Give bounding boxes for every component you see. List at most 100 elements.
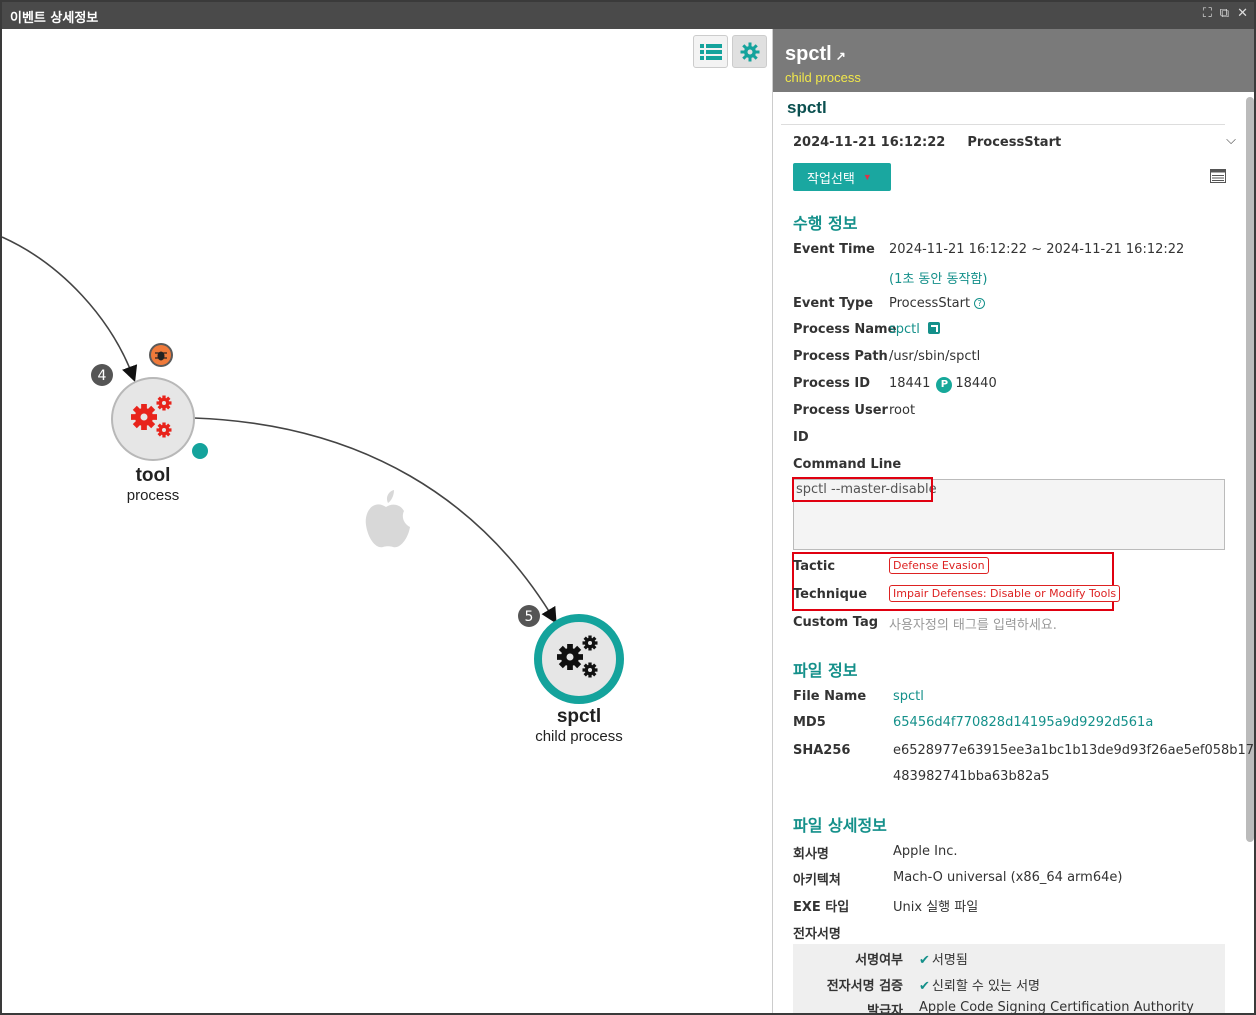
file-detail-title: 파일 상세정보 bbox=[793, 816, 887, 835]
file-info-title: 파일 정보 bbox=[793, 661, 858, 680]
command-line-label: Command Line bbox=[793, 457, 902, 472]
check-icon: ✔ bbox=[919, 979, 930, 994]
technique-tag[interactable]: Impair Defenses: Disable or Modify Tools bbox=[889, 585, 1121, 602]
exe-type-label: EXE 타입 bbox=[793, 900, 850, 915]
event-detail-window: 이벤트 상세정보 ⛶ ⧉ ✕ 4 5 tool process spctl ch… bbox=[0, 0, 1256, 1015]
technique-label: Technique bbox=[793, 587, 868, 602]
bug-alert-icon[interactable] bbox=[149, 343, 173, 367]
tool-sequence-badge: 4 bbox=[91, 364, 113, 386]
tool-badge-text: 4 bbox=[98, 368, 107, 384]
help-icon[interactable]: ? bbox=[974, 298, 986, 309]
panel-header: spctl ↗ child process bbox=[773, 29, 1254, 92]
chevron-down-icon[interactable]: ⌵ bbox=[1226, 133, 1236, 148]
tool-node-label: tool process bbox=[103, 465, 203, 504]
signature-details: 서명여부 ✔ 서명됨 전자서명 검증 ✔ 신뢰할 수 있는 서명 발급자 Apple… bbox=[793, 944, 1225, 1015]
arch-label: 아키텍쳐 bbox=[793, 873, 841, 888]
arch-value: Mach-O universal (x86_64 arm64e) bbox=[893, 870, 1123, 885]
status-dot bbox=[192, 443, 208, 459]
event-type-row: ProcessStart? bbox=[889, 296, 986, 311]
edge-parent-to-tool bbox=[2, 236, 138, 383]
open-link-icon[interactable] bbox=[927, 322, 940, 334]
tactic-label: Tactic bbox=[793, 559, 836, 574]
duration-value: (1초 동안 동작함) bbox=[889, 272, 988, 287]
table-view-icon[interactable] bbox=[1210, 169, 1226, 183]
parent-process-badge[interactable]: P bbox=[936, 377, 953, 393]
event-summary-type: ProcessStart bbox=[967, 135, 1062, 150]
action-select-button[interactable]: 작업선택 ▼ bbox=[793, 163, 891, 191]
issuer-value: Apple Code Signing Certification Authori… bbox=[919, 1000, 1194, 1015]
tactic-row: Defense Evasion bbox=[889, 557, 989, 574]
process-path-value: /usr/sbin/spctl bbox=[889, 349, 981, 364]
apple-logo-icon bbox=[365, 490, 410, 548]
sha256-label: SHA256 bbox=[793, 743, 851, 758]
md5-value[interactable]: 65456d4f770828d14195a9d9292d561a bbox=[893, 715, 1153, 730]
tool-node-type: process bbox=[126, 487, 180, 504]
graph-canvas: 4 5 bbox=[2, 236, 624, 704]
custom-tag-label: Custom Tag bbox=[793, 615, 879, 630]
panel-process-name: spctl ↗ bbox=[785, 43, 846, 66]
process-id-label: Process ID bbox=[793, 376, 871, 391]
close-icon[interactable]: ✕ bbox=[1237, 6, 1248, 21]
process-user-label: Process User bbox=[793, 403, 888, 418]
tool-node[interactable] bbox=[111, 377, 195, 461]
company-label: 회사명 bbox=[793, 847, 829, 862]
event-summary-row[interactable]: 2024-11-21 16:12:22 ProcessStart bbox=[793, 135, 1061, 150]
signed-row: ✔ 서명됨 bbox=[919, 949, 968, 968]
spctl-node-label: spctl child process bbox=[519, 706, 639, 745]
verify-value: 신뢰할 수 있는 서명 bbox=[931, 979, 1040, 994]
process-name-label: Process Name bbox=[793, 322, 897, 337]
process-path-label: Process Path bbox=[793, 349, 888, 364]
tactic-tag[interactable]: Defense Evasion bbox=[889, 557, 989, 574]
spctl-node-type: child process bbox=[535, 728, 623, 745]
process-id-value: 18441 bbox=[889, 376, 931, 391]
spctl-badge-text: 5 bbox=[525, 609, 534, 625]
event-time-label: Event Time bbox=[793, 242, 875, 257]
panel-scrollbar[interactable] bbox=[1246, 97, 1254, 842]
panel-name-text: spctl bbox=[785, 43, 832, 65]
tool-node-name: tool bbox=[135, 465, 171, 486]
signed-label: 서명여부 bbox=[855, 953, 903, 968]
signature-label: 전자서명 bbox=[793, 927, 841, 942]
process-name-link[interactable]: spctl bbox=[889, 322, 920, 337]
process-graph[interactable]: 4 5 tool process spctl child process bbox=[2, 29, 772, 1013]
window-controls: ⛶ ⧉ ✕ bbox=[1203, 6, 1248, 21]
check-icon: ✔ bbox=[919, 953, 930, 968]
popout-icon[interactable]: ⧉ bbox=[1220, 6, 1229, 21]
process-user-value: root bbox=[889, 403, 916, 418]
verify-row: ✔ 신뢰할 수 있는 서명 bbox=[919, 975, 1040, 994]
divider bbox=[781, 124, 1225, 125]
window-title: 이벤트 상세정보 bbox=[10, 11, 99, 26]
process-name-row: spctl bbox=[889, 322, 940, 337]
technique-row: Impair Defenses: Disable or Modify Tools bbox=[889, 585, 1121, 602]
process-id-row: 18441 P 18440 bbox=[889, 376, 997, 393]
sha256-value-line1: e6528977e63915ee3a1bc1b13de9d93f26ae5ef0… bbox=[893, 743, 1255, 758]
panel-process-type: child process bbox=[785, 70, 861, 85]
id-label: ID bbox=[793, 430, 809, 445]
company-value: Apple Inc. bbox=[893, 844, 958, 859]
detail-panel: spctl ↗ child process spctl 2024-11-21 16… bbox=[772, 29, 1255, 1015]
parent-process-id: 18440 bbox=[955, 376, 997, 391]
caret-down-icon: ▼ bbox=[862, 172, 872, 182]
signed-value: 서명됨 bbox=[931, 953, 968, 968]
exe-type-value: Unix 실행 파일 bbox=[893, 900, 979, 915]
expand-icon[interactable]: ⛶ bbox=[1203, 6, 1212, 21]
external-link-icon[interactable]: ↗ bbox=[836, 49, 846, 63]
action-select-label: 작업선택 bbox=[807, 170, 855, 186]
file-name-value[interactable]: spctl bbox=[893, 689, 924, 704]
exec-info-title: 수행 정보 bbox=[793, 214, 858, 233]
command-highlight-box bbox=[792, 477, 933, 502]
file-name-label: File Name bbox=[793, 689, 867, 704]
issuer-label: 발급자 bbox=[867, 1004, 903, 1015]
spctl-sequence-badge: 5 bbox=[518, 605, 540, 627]
event-type-value: ProcessStart bbox=[889, 296, 971, 311]
custom-tag-input[interactable]: 사용자정의 태그를 입력하세요. bbox=[889, 614, 1057, 633]
verify-label: 전자서명 검증 bbox=[826, 979, 903, 994]
event-type-label: Event Type bbox=[793, 296, 874, 311]
panel-title: spctl bbox=[787, 98, 827, 117]
event-summary-time: 2024-11-21 16:12:22 bbox=[793, 135, 946, 150]
event-time-value: 2024-11-21 16:12:22 ~ 2024-11-21 16:12:2… bbox=[889, 242, 1185, 257]
spctl-node[interactable] bbox=[534, 614, 624, 704]
spctl-node-name: spctl bbox=[556, 706, 602, 727]
md5-label: MD5 bbox=[793, 715, 826, 730]
sha256-value-line2: 483982741bba63b82a5 bbox=[893, 769, 1050, 784]
